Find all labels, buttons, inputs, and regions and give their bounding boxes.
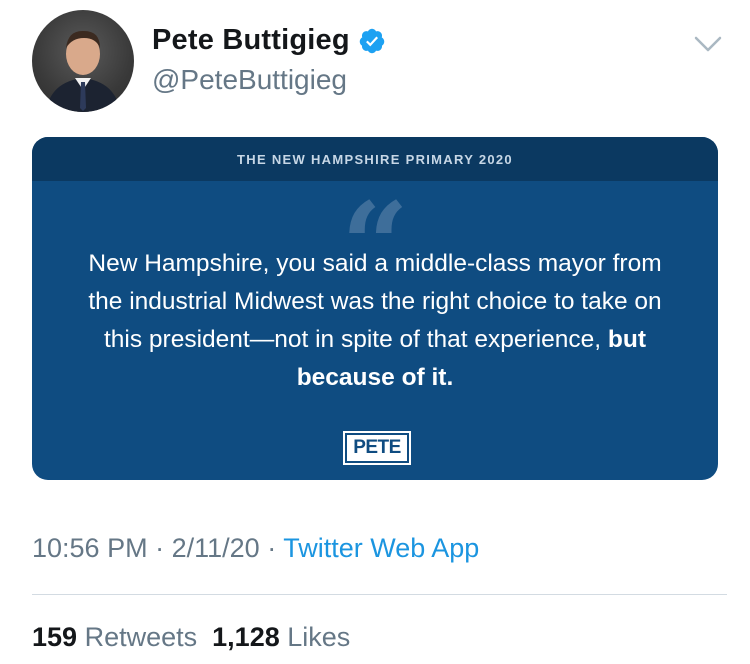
verified-badge-icon xyxy=(359,28,385,53)
card-header: THE NEW HAMPSHIRE PRIMARY 2020 xyxy=(32,137,718,181)
tweet-time[interactable]: 10:56 PM xyxy=(32,533,148,563)
tweet-meta: 10:56 PM · 2/11/20 · Twitter Web App xyxy=(32,533,479,564)
retweets-label: Retweets xyxy=(84,622,198,652)
author-name-row: Pete Buttigieg xyxy=(152,24,386,57)
tweet-image-card[interactable]: THE NEW HAMPSHIRE PRIMARY 2020 “ New Ham… xyxy=(32,137,718,480)
tweet-stats: 159 Retweets 1,128 Likes xyxy=(32,622,350,653)
meta-separator: · xyxy=(155,533,165,563)
retweets-stat[interactable]: 159 Retweets xyxy=(32,622,197,652)
likes-label: Likes xyxy=(287,622,351,652)
profile-photo xyxy=(46,30,120,112)
tweet-source-link[interactable]: Twitter Web App xyxy=(283,533,479,563)
avatar[interactable] xyxy=(32,10,134,112)
pete-logo: PETE xyxy=(345,433,409,463)
quote-body: New Hampshire, you said a middle-class m… xyxy=(88,250,662,353)
handle[interactable]: @PeteButtigieg xyxy=(152,64,347,96)
likes-count: 1,128 xyxy=(212,622,280,652)
likes-stat[interactable]: 1,128 Likes xyxy=(212,622,350,652)
chevron-down-icon[interactable] xyxy=(692,32,724,56)
tweet-date[interactable]: 2/11/20 xyxy=(172,533,260,563)
meta-separator: · xyxy=(267,533,277,563)
display-name[interactable]: Pete Buttigieg xyxy=(152,24,350,57)
retweets-count: 159 xyxy=(32,622,78,652)
divider xyxy=(32,594,727,595)
quote-text: New Hampshire, you said a middle-class m… xyxy=(72,245,678,397)
